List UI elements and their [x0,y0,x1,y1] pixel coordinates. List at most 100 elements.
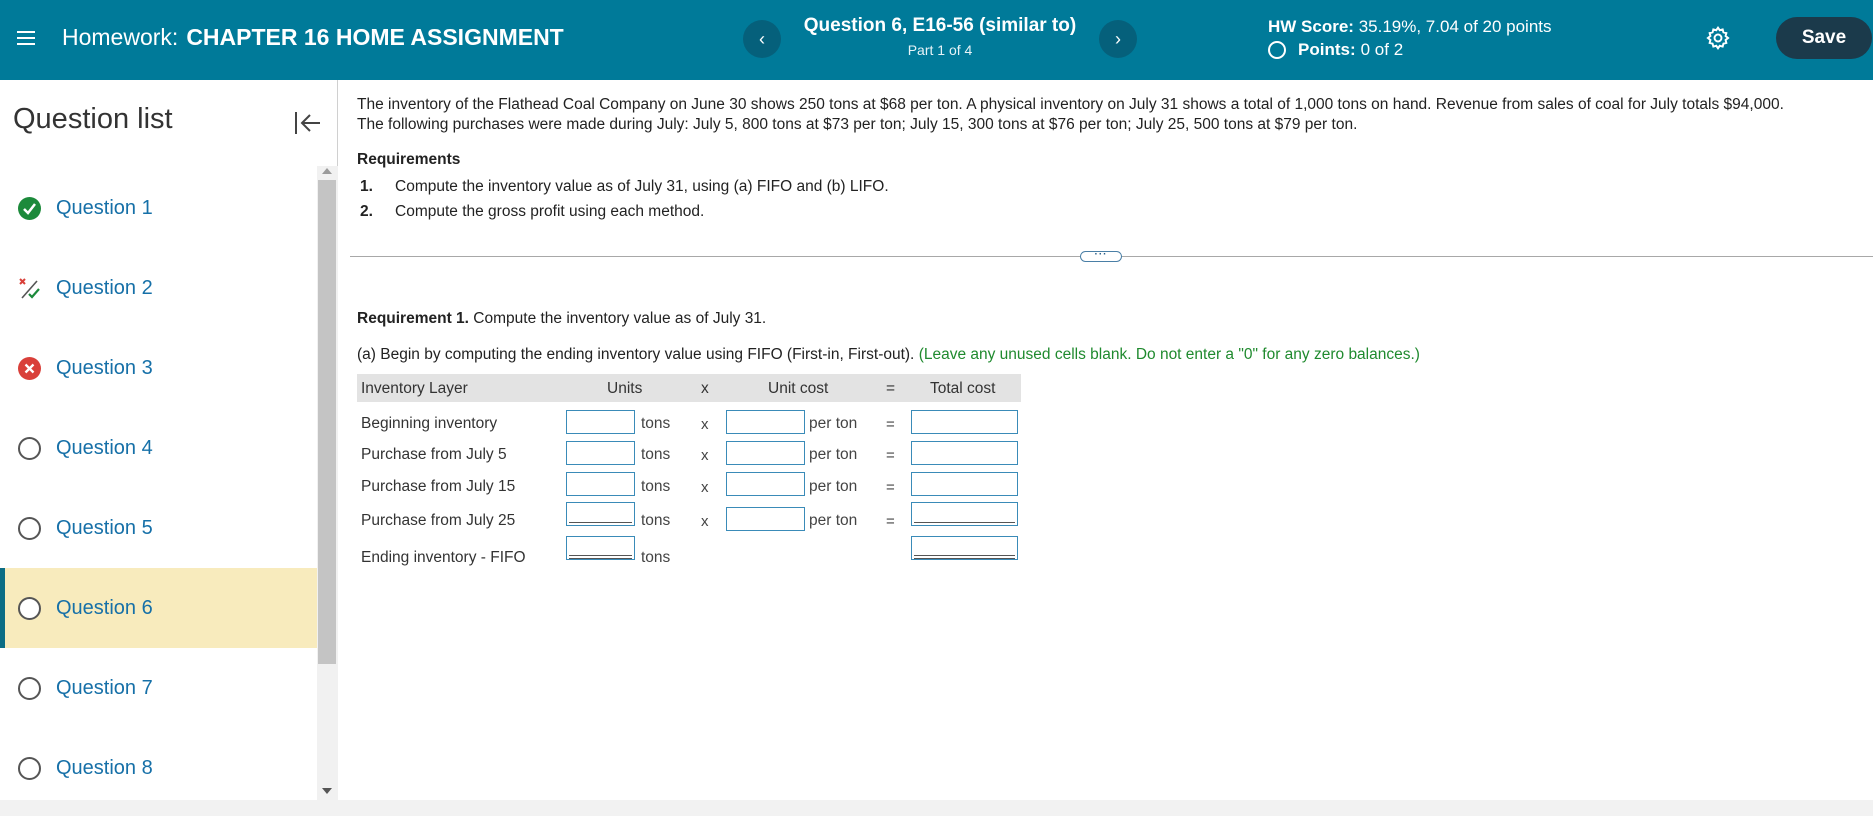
equals-sign: = [886,416,895,433]
unanswered-circle-icon [18,756,41,780]
per-ton-text: per ton [809,415,858,432]
units-word: tons [641,415,671,432]
points-label: Points: [1298,40,1356,59]
unanswered-circle-icon [18,436,41,460]
sidebar-item-label: Question 3 [56,356,153,379]
unanswered-circle-icon [18,676,41,700]
fifo-text: (a) Begin by computing the ending invent… [357,346,915,363]
multiply-sign: x [701,479,709,496]
header-inventory-layer: Inventory Layer [361,380,468,397]
header-units: Units [607,380,643,397]
problem-statement: The inventory of the Flathead Coal Compa… [357,95,1867,135]
row-label: Purchase from July 25 [361,512,516,529]
units-input[interactable] [566,410,635,434]
sidebar-item-label: Question 5 [56,516,153,539]
correct-check-icon [18,196,41,220]
sidebar-item-question-8[interactable]: Question 8 [0,728,317,808]
unit-cost-input[interactable] [726,441,805,465]
scroll-up-arrow-icon[interactable] [322,168,332,174]
next-question-button[interactable]: › [1099,20,1137,58]
header-equals: = [886,380,896,397]
question-list-title: Question list [13,103,173,135]
points-status-icon [1268,41,1286,59]
fifo-instruction: (a) Begin by computing the ending invent… [357,346,1420,364]
requirement-number: 1. [360,178,373,195]
total-row-label: Ending inventory - FIFO [361,549,526,566]
sidebar-item-question-1[interactable]: Question 1 [0,168,317,248]
unit-cost-input[interactable] [726,472,805,496]
problem-text-line-2: The following purchases were made during… [357,116,1358,133]
units-word: tons [641,478,671,495]
equals-sign: = [886,479,895,496]
sidebar-item-question-4[interactable]: Question 4 [0,408,317,488]
unit-cost-input[interactable] [726,507,805,531]
incorrect-x-icon [18,356,41,380]
requirement-item: 2. Compute the gross profit using each me… [360,199,889,224]
homework-title: Homework: CHAPTER 16 HOME ASSIGNMENT [62,24,564,51]
row-label: Beginning inventory [361,415,498,432]
units-input[interactable] [566,502,635,526]
header-x: x [701,380,709,397]
sidebar-item-question-3[interactable]: Question 3 [0,328,317,408]
question-content: The inventory of the Flathead Coal Compa… [340,80,1873,800]
hw-score-value: 35.19%, 7.04 of 20 points [1358,17,1552,36]
points: Points: 0 of 2 [1268,40,1403,60]
requirement-1-text: Compute the inventory value as of July 3… [473,310,767,327]
question-list-sidebar: Question list Question 1 Question 2 Ques… [0,80,338,800]
units-input[interactable] [566,472,635,496]
sidebar-item-label: Question 1 [56,196,153,219]
settings-gear-icon[interactable] [1705,25,1731,51]
per-ton-text: per ton [809,512,858,529]
unit-cost-input[interactable] [726,410,805,434]
hw-score: HW Score: 35.19%, 7.04 of 20 points [1268,17,1552,37]
per-ton-text: per ton [809,446,858,463]
sidebar-item-question-6[interactable]: Question 6 [0,568,317,648]
header-total-cost: Total cost [930,380,996,397]
question-list: Question 1 Question 2 Question 3 Questio… [0,168,317,808]
requirements-heading: Requirements [357,151,461,168]
bottom-strip [0,800,1873,816]
sidebar-item-label: Question 7 [56,676,153,699]
sidebar-scrollbar-thumb[interactable] [318,180,336,664]
units-word: tons [641,549,671,566]
units-input[interactable] [566,441,635,465]
multiply-sign: x [701,447,709,464]
partial-credit-icon [18,277,41,300]
sidebar-item-question-5[interactable]: Question 5 [0,488,317,568]
row-label: Purchase from July 15 [361,478,516,495]
sidebar-item-label: Question 8 [56,756,153,779]
requirement-text: Compute the gross profit using each meth… [395,203,705,220]
equals-sign: = [886,447,895,464]
collapse-sidebar-icon[interactable] [290,106,324,140]
per-ton-text: per ton [809,478,858,495]
header-unit-cost: Unit cost [768,380,829,397]
requirements-list: 1. Compute the inventory value as of July… [360,174,889,224]
save-button[interactable]: Save [1776,17,1872,59]
previous-question-button[interactable]: ‹ [743,20,781,58]
ending-total-cost-input[interactable] [911,536,1018,560]
hamburger-menu-icon[interactable] [17,27,37,49]
sidebar-item-question-7[interactable]: Question 7 [0,648,317,728]
unanswered-circle-icon [18,596,41,620]
sidebar-item-question-2[interactable]: Question 2 [0,248,317,328]
requirement-number: 2. [360,203,373,220]
equals-sign: = [886,513,895,530]
homework-name: CHAPTER 16 HOME ASSIGNMENT [186,24,564,50]
top-header: Homework: CHAPTER 16 HOME ASSIGNMENT ‹ Qu… [0,0,1873,80]
fifo-hint: (Leave any unused cells blank. Do not en… [918,346,1420,363]
scroll-down-arrow-icon[interactable] [322,788,332,794]
hw-score-label: HW Score: [1268,17,1354,36]
multiply-sign: x [701,416,709,433]
sidebar-item-label: Question 2 [56,276,153,299]
expand-more-button[interactable]: ··· [1080,250,1122,262]
total-cost-input[interactable] [911,441,1018,465]
row-label: Purchase from July 5 [361,446,507,463]
total-cost-input[interactable] [911,502,1018,526]
units-word: tons [641,512,671,529]
ending-units-input[interactable] [566,536,635,560]
total-cost-input[interactable] [911,472,1018,496]
total-cost-input[interactable] [911,410,1018,434]
requirement-1-instruction: Requirement 1. Compute the inventory val… [357,310,766,328]
requirement-text: Compute the inventory value as of July 3… [395,178,889,195]
requirement-item: 1. Compute the inventory value as of July… [360,174,889,199]
